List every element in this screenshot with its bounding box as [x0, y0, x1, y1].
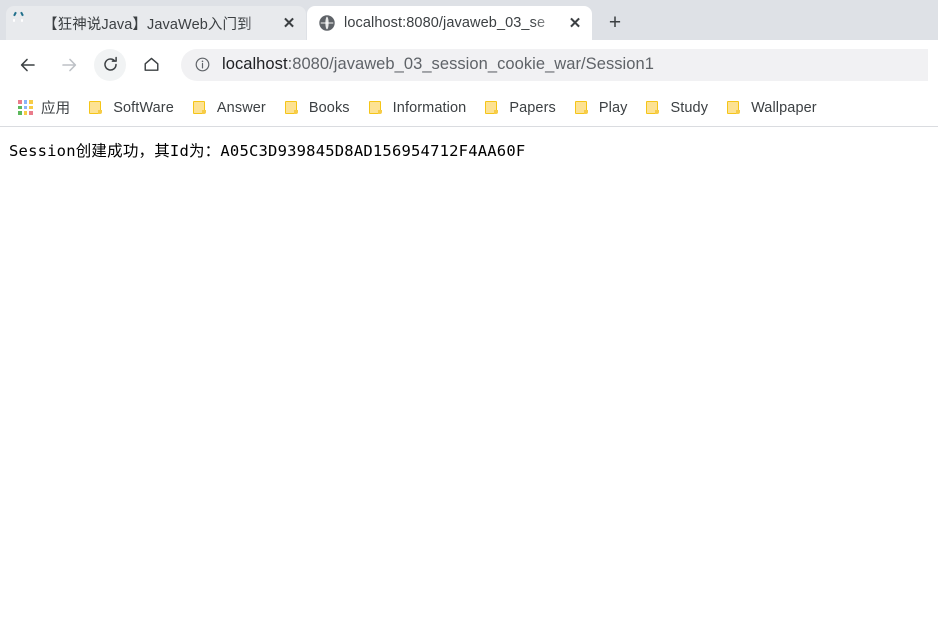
folder-icon [192, 100, 208, 115]
bookmark-software[interactable]: SoftWare [80, 95, 182, 121]
bookmark-label: Information [392, 99, 467, 116]
url-host: localhost [222, 55, 288, 73]
bookmark-label: 应用 [41, 101, 71, 117]
bookmarks-bar: 应用 SoftWare Answer Books Information Pap… [0, 89, 938, 127]
folder-icon [645, 100, 661, 115]
bookmark-label: Study [670, 99, 709, 116]
browser-toolbar: localhost:8080/javaweb_03_session_cookie… [0, 40, 938, 89]
folder-icon [368, 100, 384, 115]
info-circle-icon[interactable] [194, 56, 211, 73]
apps-grid-icon [18, 100, 33, 115]
folder-icon [284, 100, 300, 115]
session-message: Session创建成功，其Id为：A05C3D939845D8AD1569547… [9, 142, 526, 160]
bookmark-answer[interactable]: Answer [184, 95, 274, 121]
folder-icon [88, 100, 104, 115]
bookmark-label: SoftWare [113, 99, 174, 116]
folder-icon [484, 100, 500, 115]
back-button[interactable] [12, 49, 44, 81]
bookmark-study[interactable]: Study [637, 95, 716, 121]
folder-icon [726, 100, 742, 115]
url-text: localhost:8080/javaweb_03_session_cookie… [222, 55, 654, 74]
bookmark-label: Books [308, 99, 350, 116]
bookmark-label: Wallpaper [751, 99, 817, 116]
tab-title: 【狂神说Java】JavaWeb入门到 [43, 16, 252, 33]
close-icon[interactable]: ✕ [566, 14, 584, 32]
bilibili-tv-icon [12, 15, 34, 31]
bookmark-books[interactable]: Books [276, 95, 358, 121]
bookmark-play[interactable]: Play [566, 95, 636, 121]
bookmark-label: Answer [216, 99, 266, 116]
bookmark-label: Papers [509, 99, 556, 116]
forward-button [53, 49, 85, 81]
home-button[interactable] [135, 49, 167, 81]
new-tab-button[interactable]: + [598, 5, 632, 39]
globe-icon [319, 15, 335, 31]
tab-strip: 【狂神说Java】JavaWeb入门到 ✕ localhost:8080/jav… [0, 0, 938, 40]
address-bar[interactable]: localhost:8080/javaweb_03_session_cookie… [181, 48, 928, 81]
browser-tab-bilibili[interactable]: 【狂神说Java】JavaWeb入门到 ✕ [6, 6, 306, 40]
folder-icon [574, 100, 590, 115]
tab-title: localhost:8080/javaweb_03_se [344, 15, 546, 31]
close-icon[interactable]: ✕ [280, 14, 298, 32]
url-path: :8080/javaweb_03_session_cookie_war/Sess… [287, 55, 654, 73]
bookmark-information[interactable]: Information [360, 95, 475, 121]
bookmark-apps[interactable]: 应用 [10, 95, 78, 121]
bookmark-label: Play [598, 99, 628, 116]
page-content: Session创建成功，其Id为：A05C3D939845D8AD1569547… [0, 127, 938, 624]
bookmark-papers[interactable]: Papers [476, 95, 564, 121]
browser-tab-localhost[interactable]: localhost:8080/javaweb_03_se ✕ [307, 6, 592, 40]
bookmark-wallpaper[interactable]: Wallpaper [718, 95, 825, 121]
reload-button[interactable] [94, 48, 126, 81]
